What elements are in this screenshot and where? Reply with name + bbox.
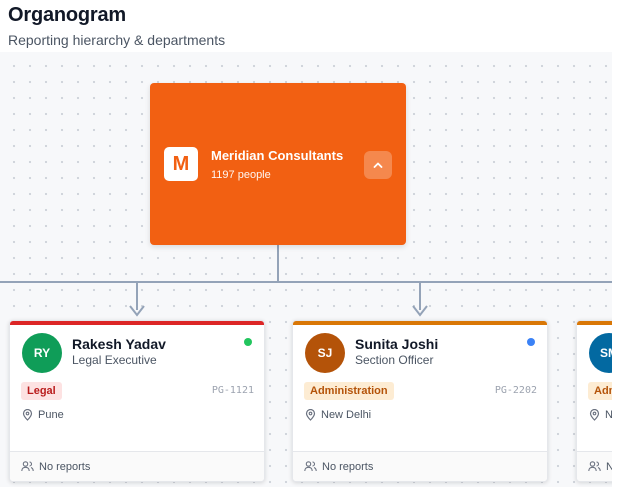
location-pin-icon xyxy=(589,409,600,421)
card-accent-bar xyxy=(293,321,547,325)
card-footer: No reports xyxy=(10,451,264,481)
reports-label: No reports xyxy=(322,460,374,473)
avatar: RY xyxy=(22,333,62,373)
page-title: Organogram xyxy=(8,4,127,26)
card-footer: No reports xyxy=(293,451,547,481)
page-header: Organogram Reporting hierarchy & departm… xyxy=(0,0,612,52)
location-label: Pune xyxy=(38,409,64,421)
location-label: N xyxy=(605,409,612,421)
person-name: Rakesh Yadav xyxy=(72,336,166,352)
org-people-count: 1197 people xyxy=(211,169,271,181)
chevron-up-icon xyxy=(373,162,383,168)
users-icon xyxy=(304,461,317,472)
person-role: Legal Executive xyxy=(72,353,157,367)
users-icon xyxy=(21,461,34,472)
status-dot xyxy=(527,338,535,346)
employee-id: PG-2202 xyxy=(494,385,537,396)
location-label: New Delhi xyxy=(321,409,372,421)
reports-label: No reports xyxy=(39,460,91,473)
page-subtitle: Reporting hierarchy & departments xyxy=(8,32,226,48)
department-badge: Legal xyxy=(21,382,62,400)
org-name: Meridian Consultants xyxy=(211,148,344,163)
org-logo: M xyxy=(164,147,198,181)
person-card[interactable]: SJ Sunita Joshi Section Officer Administ… xyxy=(292,320,548,482)
status-dot xyxy=(244,338,252,346)
card-accent-bar xyxy=(10,321,264,325)
location-pin-icon xyxy=(22,409,33,421)
person-role: Section Officer xyxy=(355,353,434,367)
location: Pune xyxy=(22,409,64,421)
root-org-card[interactable]: M Meridian Consultants 1197 people xyxy=(150,83,406,245)
location-pin-icon xyxy=(305,409,316,421)
department-badge: Administration xyxy=(588,382,612,400)
person-card[interactable]: RY Rakesh Yadav Legal Executive Legal PG… xyxy=(9,320,265,482)
collapse-button[interactable] xyxy=(364,151,392,179)
card-footer: N xyxy=(577,451,612,481)
employee-id: PG-1121 xyxy=(211,385,254,396)
location: New Delhi xyxy=(305,409,371,421)
location: N xyxy=(589,409,612,421)
department-badge: Administration xyxy=(304,382,394,400)
person-name: Sunita Joshi xyxy=(355,336,439,352)
users-icon xyxy=(588,461,601,472)
right-edge-strip xyxy=(612,0,640,487)
person-card[interactable]: SM Administration N N xyxy=(576,320,612,482)
avatar: SJ xyxy=(305,333,345,373)
org-chart-canvas[interactable]: M Meridian Consultants 1197 people RY Ra… xyxy=(0,52,612,487)
card-accent-bar xyxy=(577,321,612,325)
avatar: SM xyxy=(589,333,612,373)
